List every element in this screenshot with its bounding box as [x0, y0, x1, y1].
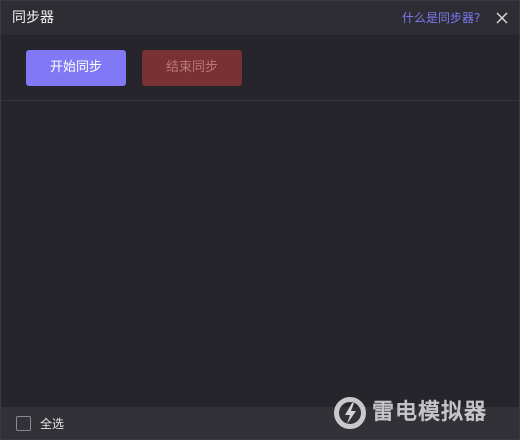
toolbar: 开始同步 结束同步 — [1, 35, 519, 101]
select-all-label[interactable]: 全选 — [40, 416, 64, 432]
instance-list-area — [1, 102, 519, 407]
title-bar: 同步器 什么是同步器? — [1, 1, 519, 35]
end-sync-button[interactable]: 结束同步 — [142, 50, 242, 86]
help-link[interactable]: 什么是同步器? — [402, 10, 480, 26]
select-all-checkbox[interactable] — [16, 416, 31, 431]
dialog-title: 同步器 — [12, 10, 54, 26]
lightning-logo-icon — [334, 397, 366, 429]
sync-dialog: 同步器 什么是同步器? 开始同步 结束同步 全选 — [0, 0, 520, 440]
watermark-text: 雷电模拟器 — [372, 400, 488, 425]
close-icon — [496, 12, 508, 24]
close-button[interactable] — [492, 8, 512, 28]
start-sync-button[interactable]: 开始同步 — [26, 50, 126, 86]
watermark: 雷电模拟器 — [333, 396, 513, 432]
